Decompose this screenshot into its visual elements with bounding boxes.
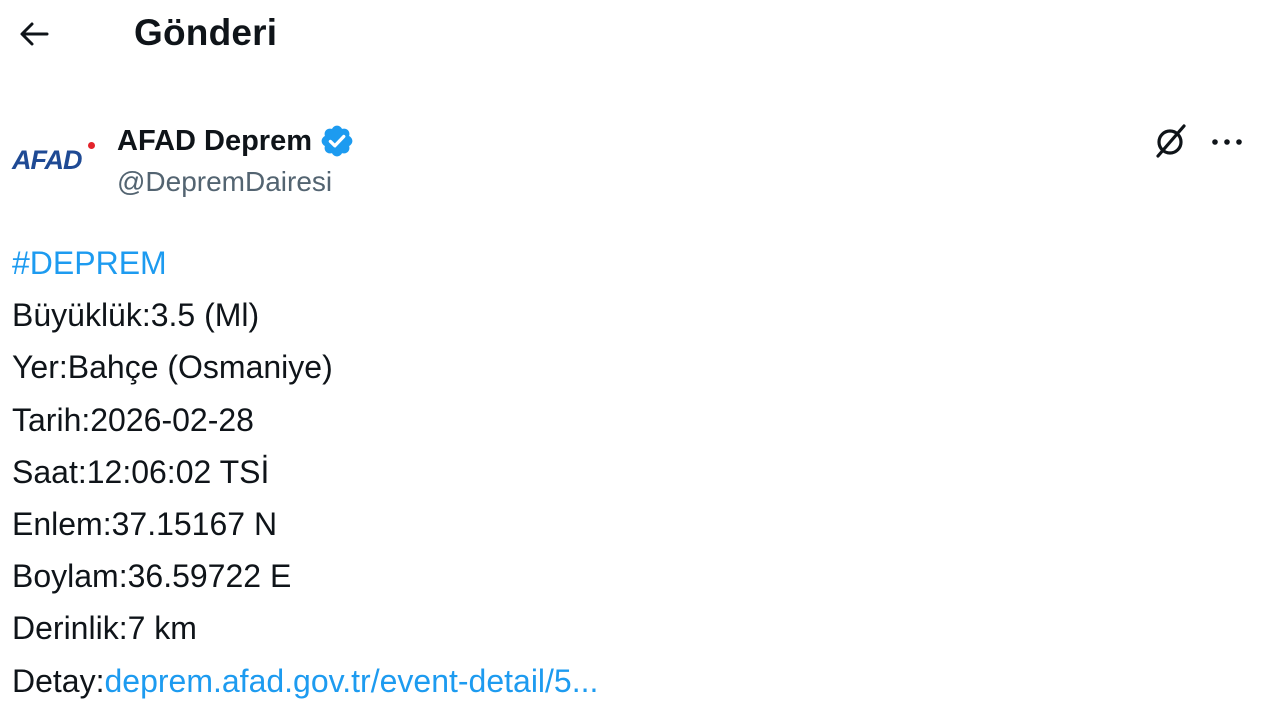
date-line: Tarih:2026-02-28 xyxy=(12,401,254,438)
latitude-line: Enlem:37.15167 N xyxy=(12,506,278,543)
author-name-row: AFAD Deprem xyxy=(117,121,355,161)
top-bar: Gönderi xyxy=(0,0,1280,72)
grok-button[interactable] xyxy=(1150,122,1192,164)
time-line: Saat:12:06:02 TSİ xyxy=(12,453,270,490)
detail-label: Detay: xyxy=(12,662,105,699)
arrow-left-icon xyxy=(19,21,49,52)
hashtag-link[interactable]: #DEPREM xyxy=(12,245,167,281)
grok-icon xyxy=(1152,122,1190,165)
verified-badge-icon[interactable] xyxy=(319,123,355,159)
author-display-name[interactable]: AFAD Deprem xyxy=(117,125,312,158)
longitude-line: Boylam:36.59722 E xyxy=(12,558,292,595)
more-options-icon xyxy=(1210,134,1244,152)
back-button[interactable] xyxy=(14,16,54,56)
detail-link[interactable]: deprem.afad.gov.tr/event-detail/5... xyxy=(104,663,598,699)
author-handle[interactable]: @DepremDairesi xyxy=(117,166,332,198)
tweet-text: #DEPREM Büyüklük:3.5 (Ml) Yer:Bahçe (Osm… xyxy=(12,237,1262,707)
logo-dot xyxy=(88,142,95,149)
avatar[interactable]: AFAD xyxy=(12,138,96,182)
detail-line: Detay:deprem.afad.gov.tr/event-detail/5.… xyxy=(12,655,1262,707)
location-line: Yer:Bahçe (Osmaniye) xyxy=(12,349,333,386)
page-title: Gönderi xyxy=(134,12,278,53)
afad-logo: AFAD xyxy=(12,144,82,175)
more-options-button[interactable] xyxy=(1206,122,1248,164)
magnitude-line: Büyüklük:3.5 (Ml) xyxy=(12,297,260,334)
depth-line: Derinlik:7 km xyxy=(12,610,197,647)
